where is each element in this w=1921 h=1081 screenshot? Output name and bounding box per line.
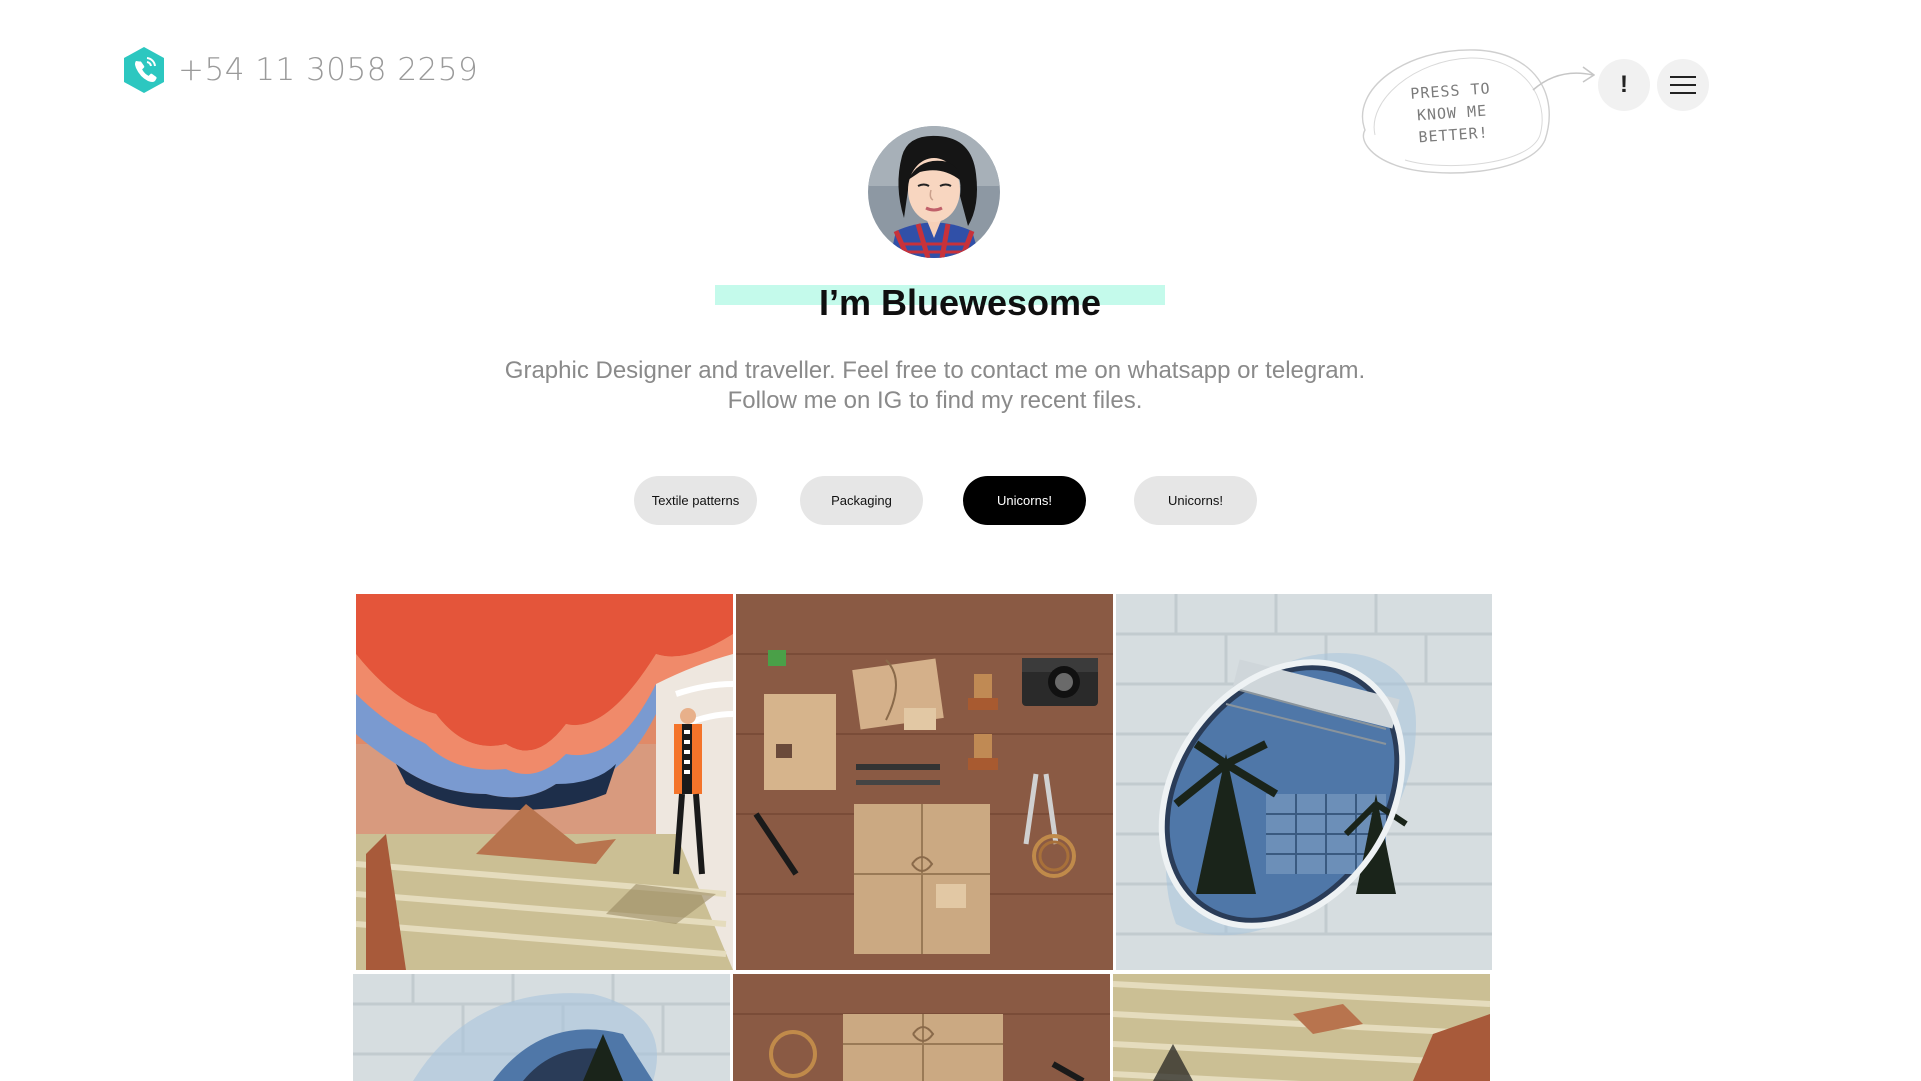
hamburger-menu-icon [1670, 76, 1696, 94]
wall-window-image-2 [353, 974, 730, 1081]
hero-title-block: I’m Bluewesome [600, 278, 1320, 338]
gallery-item-wall-window-2[interactable] [353, 974, 730, 1081]
about-button[interactable]: ! [1598, 59, 1650, 111]
phone-number[interactable]: +54 11 3058 2259 [178, 52, 478, 88]
press-to-know-note: PRESS TO KNOW ME BETTER! [1345, 40, 1595, 180]
phone-hexagon-icon [124, 47, 164, 93]
avatar-illustration [868, 126, 1000, 258]
filter-label: Textile patterns [651, 493, 740, 508]
filter-textile-patterns[interactable]: Textile patterns [634, 476, 757, 525]
wall-window-image [1116, 594, 1492, 970]
info-label: ! [1620, 71, 1628, 98]
gallery-item-paper-landscape[interactable] [356, 594, 733, 970]
filter-label: Unicorns! [997, 493, 1052, 508]
paper-landscape-image-2 [1113, 974, 1490, 1081]
filter-label: Packaging [831, 493, 892, 508]
menu-button[interactable] [1657, 59, 1709, 111]
gallery-item-stationery-flatlay[interactable] [736, 594, 1113, 970]
gallery-item-stationery-flatlay-2[interactable] [733, 974, 1110, 1081]
gallery-item-paper-landscape-2[interactable] [1113, 974, 1490, 1081]
hero-subtitle: Graphic Designer and traveller. Feel fre… [400, 356, 1470, 416]
page-title: I’m Bluewesome [818, 282, 1102, 323]
stationery-flatlay-image-2 [733, 974, 1110, 1081]
filter-packaging[interactable]: Packaging [800, 476, 923, 525]
avatar [868, 126, 1000, 258]
paper-landscape-image [356, 594, 733, 970]
filter-unicorns[interactable]: Unicorns! [1134, 476, 1257, 525]
gallery-item-wall-window[interactable] [1116, 594, 1492, 970]
filter-label: Unicorns! [1168, 493, 1223, 508]
subtitle-line-2: Follow me on IG to find my recent files. [727, 387, 1143, 414]
note-line-2: KNOW ME BETTER! [1416, 101, 1490, 147]
subtitle-line-1: Graphic Designer and traveller. Feel fre… [504, 357, 1366, 384]
stationery-flatlay-image [736, 594, 1113, 970]
filter-unicorns-active[interactable]: Unicorns! [963, 476, 1086, 525]
phone-contact[interactable]: +54 11 3058 2259 [122, 46, 478, 94]
